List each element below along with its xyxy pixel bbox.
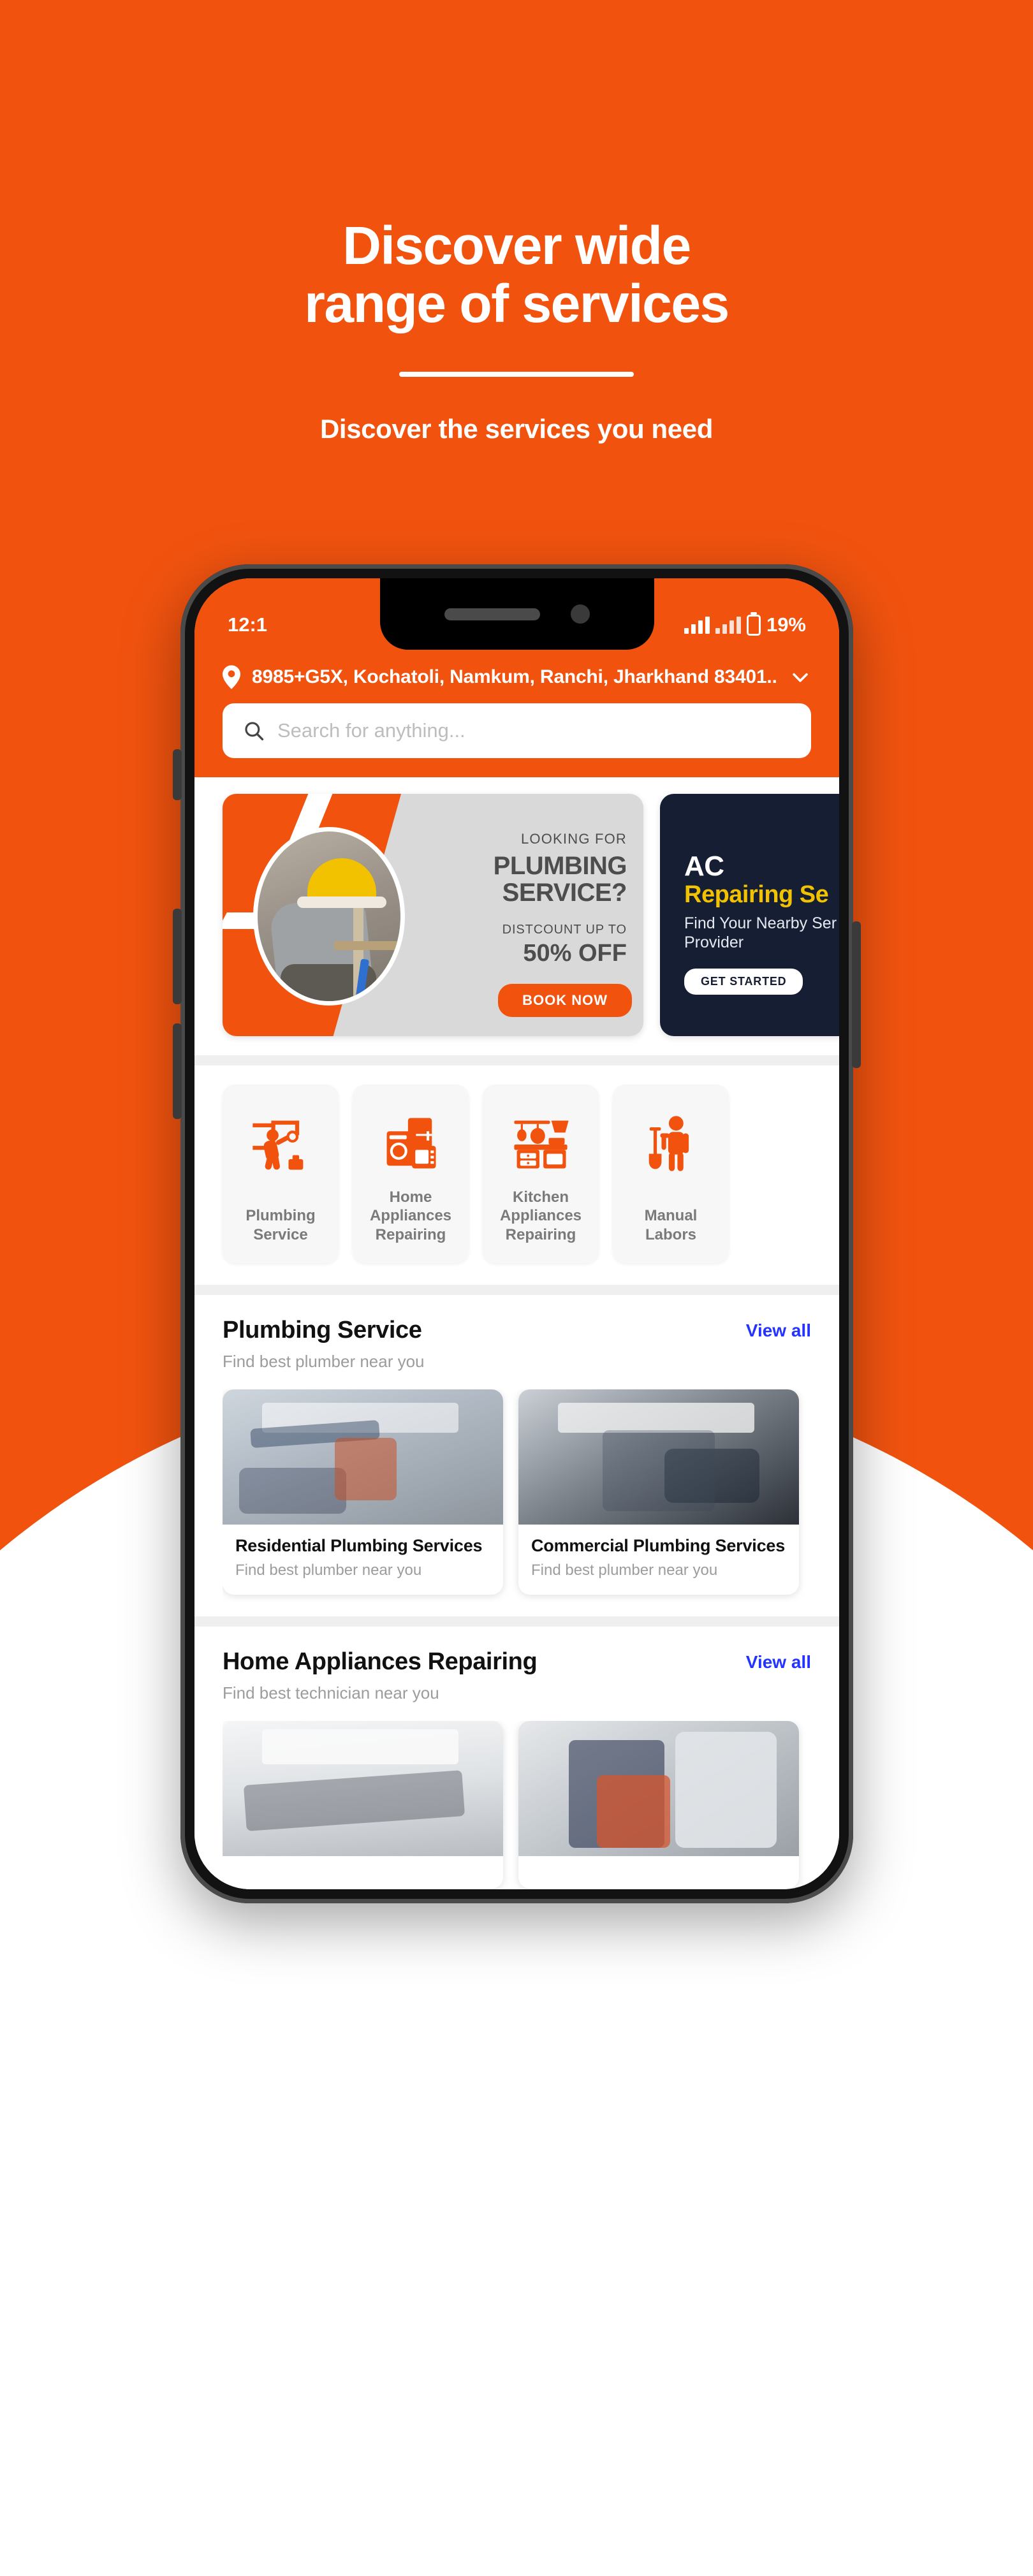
service-card[interactable] xyxy=(518,1721,799,1889)
service-card[interactable]: Residential Plumbing Services Find best … xyxy=(223,1389,503,1595)
plumber-worker-icon xyxy=(253,1120,304,1170)
banner-title-line1: PLUMBING xyxy=(493,852,627,880)
photo-yellow-helmet xyxy=(297,858,386,908)
banner-ac-content: AC Repairing Se Find Your Nearby Ser Pro… xyxy=(660,794,839,995)
section-separator xyxy=(194,1055,839,1065)
search-input[interactable]: Search for anything... xyxy=(277,719,465,742)
category-label: Home Appliances Repairing xyxy=(369,1189,452,1243)
service-card[interactable] xyxy=(223,1721,503,1889)
phone-notch xyxy=(379,578,654,650)
service-card-meta xyxy=(223,1856,503,1889)
category-tiles[interactable]: Plumbing Service Home Appliances Repairi… xyxy=(194,1065,839,1285)
phone-volume-down-button[interactable] xyxy=(173,1023,182,1119)
hero-title-line2: range of services xyxy=(304,273,729,333)
signal-bars-secondary-icon xyxy=(715,616,741,634)
banner-discount-value: 50% OFF xyxy=(523,940,627,967)
promo-banner-plumbing[interactable]: LOOKING FOR PLUMBING SERVICE? DISTCOUNT … xyxy=(223,794,643,1036)
hero-subtitle: Discover the services you need xyxy=(320,414,713,444)
search-bar-wrapper: Search for anything... xyxy=(194,689,839,777)
hero-divider xyxy=(399,372,634,377)
view-all-link[interactable]: View all xyxy=(746,1648,811,1672)
service-card-row[interactable] xyxy=(223,1721,811,1889)
banner-ac-title: AC xyxy=(684,851,724,882)
status-indicators: 19% xyxy=(684,613,806,636)
service-card-subtitle: Find best plumber near you xyxy=(235,1562,422,1579)
hero-title: Discover wide range of services xyxy=(0,0,1033,332)
phone-mockup: 12:1 19% 8985+G5X, Kochatoli, Namkum, Ra… xyxy=(173,564,861,1903)
section-separator xyxy=(194,1616,839,1627)
service-card-meta: Residential Plumbing Services Find best … xyxy=(223,1525,503,1595)
banner-text-block: LOOKING FOR PLUMBING SERVICE? DISTCOUNT … xyxy=(416,831,627,967)
manual-labor-shovel-icon xyxy=(648,1116,689,1171)
category-tile-kitchen-appliances[interactable]: Kitchen Appliances Repairing xyxy=(483,1085,599,1263)
service-card-meta: Commercial Plumbing Services Find best p… xyxy=(518,1525,799,1595)
hero-title-line1: Discover wide xyxy=(342,216,691,275)
service-card-image xyxy=(223,1389,503,1525)
home-appliances-icon xyxy=(386,1118,436,1169)
location-row[interactable]: 8985+G5X, Kochatoli, Namkum, Ranchi, Jha… xyxy=(194,654,839,689)
service-card-image xyxy=(223,1721,503,1856)
phone-volume-up-button[interactable] xyxy=(173,909,182,1004)
kitchen-appliances-icon xyxy=(514,1120,569,1169)
promo-banner-ac[interactable]: AC Repairing Se Find Your Nearby Ser Pro… xyxy=(660,794,839,1036)
front-camera-icon xyxy=(570,604,590,624)
book-now-button[interactable]: BOOK NOW xyxy=(498,984,632,1017)
banner-plumber-photo xyxy=(253,827,405,1006)
banner-ac-description: Find Your Nearby Ser Provider xyxy=(684,914,837,951)
category-tile-home-appliances[interactable]: Home Appliances Repairing xyxy=(353,1085,469,1263)
banner-ac-subtitle-yellow: Repairing Se xyxy=(684,881,829,908)
category-label: Kitchen Appliances Repairing xyxy=(499,1189,582,1243)
category-tile-plumbing-service[interactable]: Plumbing Service xyxy=(223,1085,339,1263)
get-started-button[interactable]: GET STARTED xyxy=(684,968,803,995)
view-all-link[interactable]: View all xyxy=(746,1317,811,1341)
phone-screen: 12:1 19% 8985+G5X, Kochatoli, Namkum, Ra… xyxy=(194,578,839,1889)
battery-percent: 19% xyxy=(766,613,806,636)
app-content: LOOKING FOR PLUMBING SERVICE? DISTCOUNT … xyxy=(194,777,839,1889)
service-card-image xyxy=(518,1389,799,1525)
promo-banner-carousel[interactable]: LOOKING FOR PLUMBING SERVICE? DISTCOUNT … xyxy=(194,777,839,1055)
section-subtitle: Find best plumber near you xyxy=(223,1352,425,1371)
section-header: Plumbing Service Find best plumber near … xyxy=(223,1317,811,1372)
section-subtitle: Find best technician near you xyxy=(223,1683,439,1702)
banner-title-line2: SERVICE? xyxy=(502,879,627,907)
service-card-title: Commercial Plumbing Services xyxy=(531,1536,786,1555)
photo-pipe-horizontal xyxy=(334,941,400,950)
banner-kicker: LOOKING FOR xyxy=(521,831,627,847)
banner-title: PLUMBING SERVICE? xyxy=(416,853,627,906)
category-tile-manual-labors[interactable]: Manual Labors xyxy=(613,1085,729,1263)
signal-bars-icon xyxy=(684,616,710,634)
earpiece-speaker xyxy=(444,608,540,620)
section-home-appliances-repairing: Home Appliances Repairing Find best tech… xyxy=(194,1627,839,1889)
search-icon xyxy=(245,722,264,741)
service-card-title: Residential Plumbing Services xyxy=(235,1536,483,1555)
location-pin-icon xyxy=(223,665,240,689)
phone-silent-switch[interactable] xyxy=(173,749,182,800)
hero-section: Discover wide range of services Discover… xyxy=(0,0,1033,444)
service-card-subtitle: Find best plumber near you xyxy=(531,1562,718,1579)
status-time: 12:1 xyxy=(228,613,268,636)
section-title: Plumbing Service xyxy=(223,1317,422,1343)
section-header: Home Appliances Repairing Find best tech… xyxy=(223,1648,811,1703)
service-card[interactable]: Commercial Plumbing Services Find best p… xyxy=(518,1389,799,1595)
section-plumbing-service: Plumbing Service Find best plumber near … xyxy=(194,1295,839,1616)
section-title: Home Appliances Repairing xyxy=(223,1648,538,1675)
category-label: Manual Labors xyxy=(644,1207,698,1243)
service-card-image xyxy=(518,1721,799,1856)
chevron-down-icon[interactable] xyxy=(789,666,811,688)
section-separator xyxy=(194,1285,839,1295)
battery-icon xyxy=(746,614,761,636)
banner-discount-label: DISTCOUNT UP TO xyxy=(502,923,627,937)
service-card-row[interactable]: Residential Plumbing Services Find best … xyxy=(223,1389,811,1616)
location-address: 8985+G5X, Kochatoli, Namkum, Ranchi, Jha… xyxy=(252,666,778,687)
phone-power-button[interactable] xyxy=(852,921,861,1068)
section-heading-block: Home Appliances Repairing Find best tech… xyxy=(223,1648,538,1703)
category-label: Plumbing Service xyxy=(245,1207,316,1243)
search-bar[interactable]: Search for anything... xyxy=(223,703,811,758)
service-card-meta xyxy=(518,1856,799,1889)
section-heading-block: Plumbing Service Find best plumber near … xyxy=(223,1317,425,1372)
